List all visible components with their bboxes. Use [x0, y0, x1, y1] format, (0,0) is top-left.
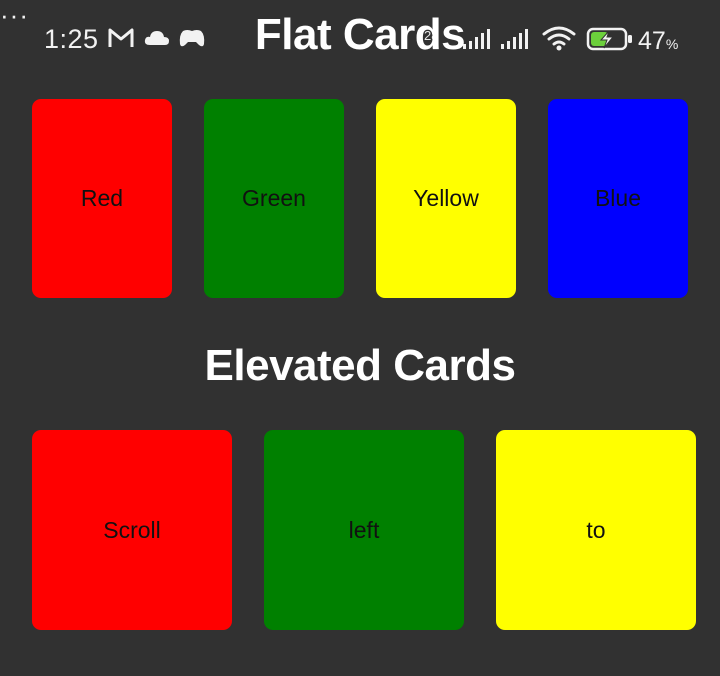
- flat-card-red: Red: [32, 99, 172, 298]
- flat-card-label: Blue: [594, 185, 642, 211]
- flat-card-green: Green: [204, 99, 344, 298]
- flat-card-label: Green: [242, 185, 306, 211]
- elevated-card-label: Scroll: [103, 516, 161, 543]
- flat-card-yellow: Yellow: [376, 99, 516, 298]
- elevated-card-label: left: [348, 516, 380, 543]
- flat-card-label: Yellow: [413, 185, 479, 211]
- flat-card-blue: Blue: [548, 99, 688, 298]
- flat-card-label: Red: [80, 185, 124, 211]
- elevated-card-left[interactable]: left: [264, 430, 464, 630]
- elevated-card-to[interactable]: to: [496, 430, 696, 630]
- elevated-card-scroll[interactable]: Scroll: [32, 430, 232, 630]
- flat-cards-heading: Flat Cards: [254, 10, 466, 59]
- elevated-card-label: to: [586, 516, 606, 543]
- elevated-cards-heading: Elevated Cards: [204, 341, 516, 390]
